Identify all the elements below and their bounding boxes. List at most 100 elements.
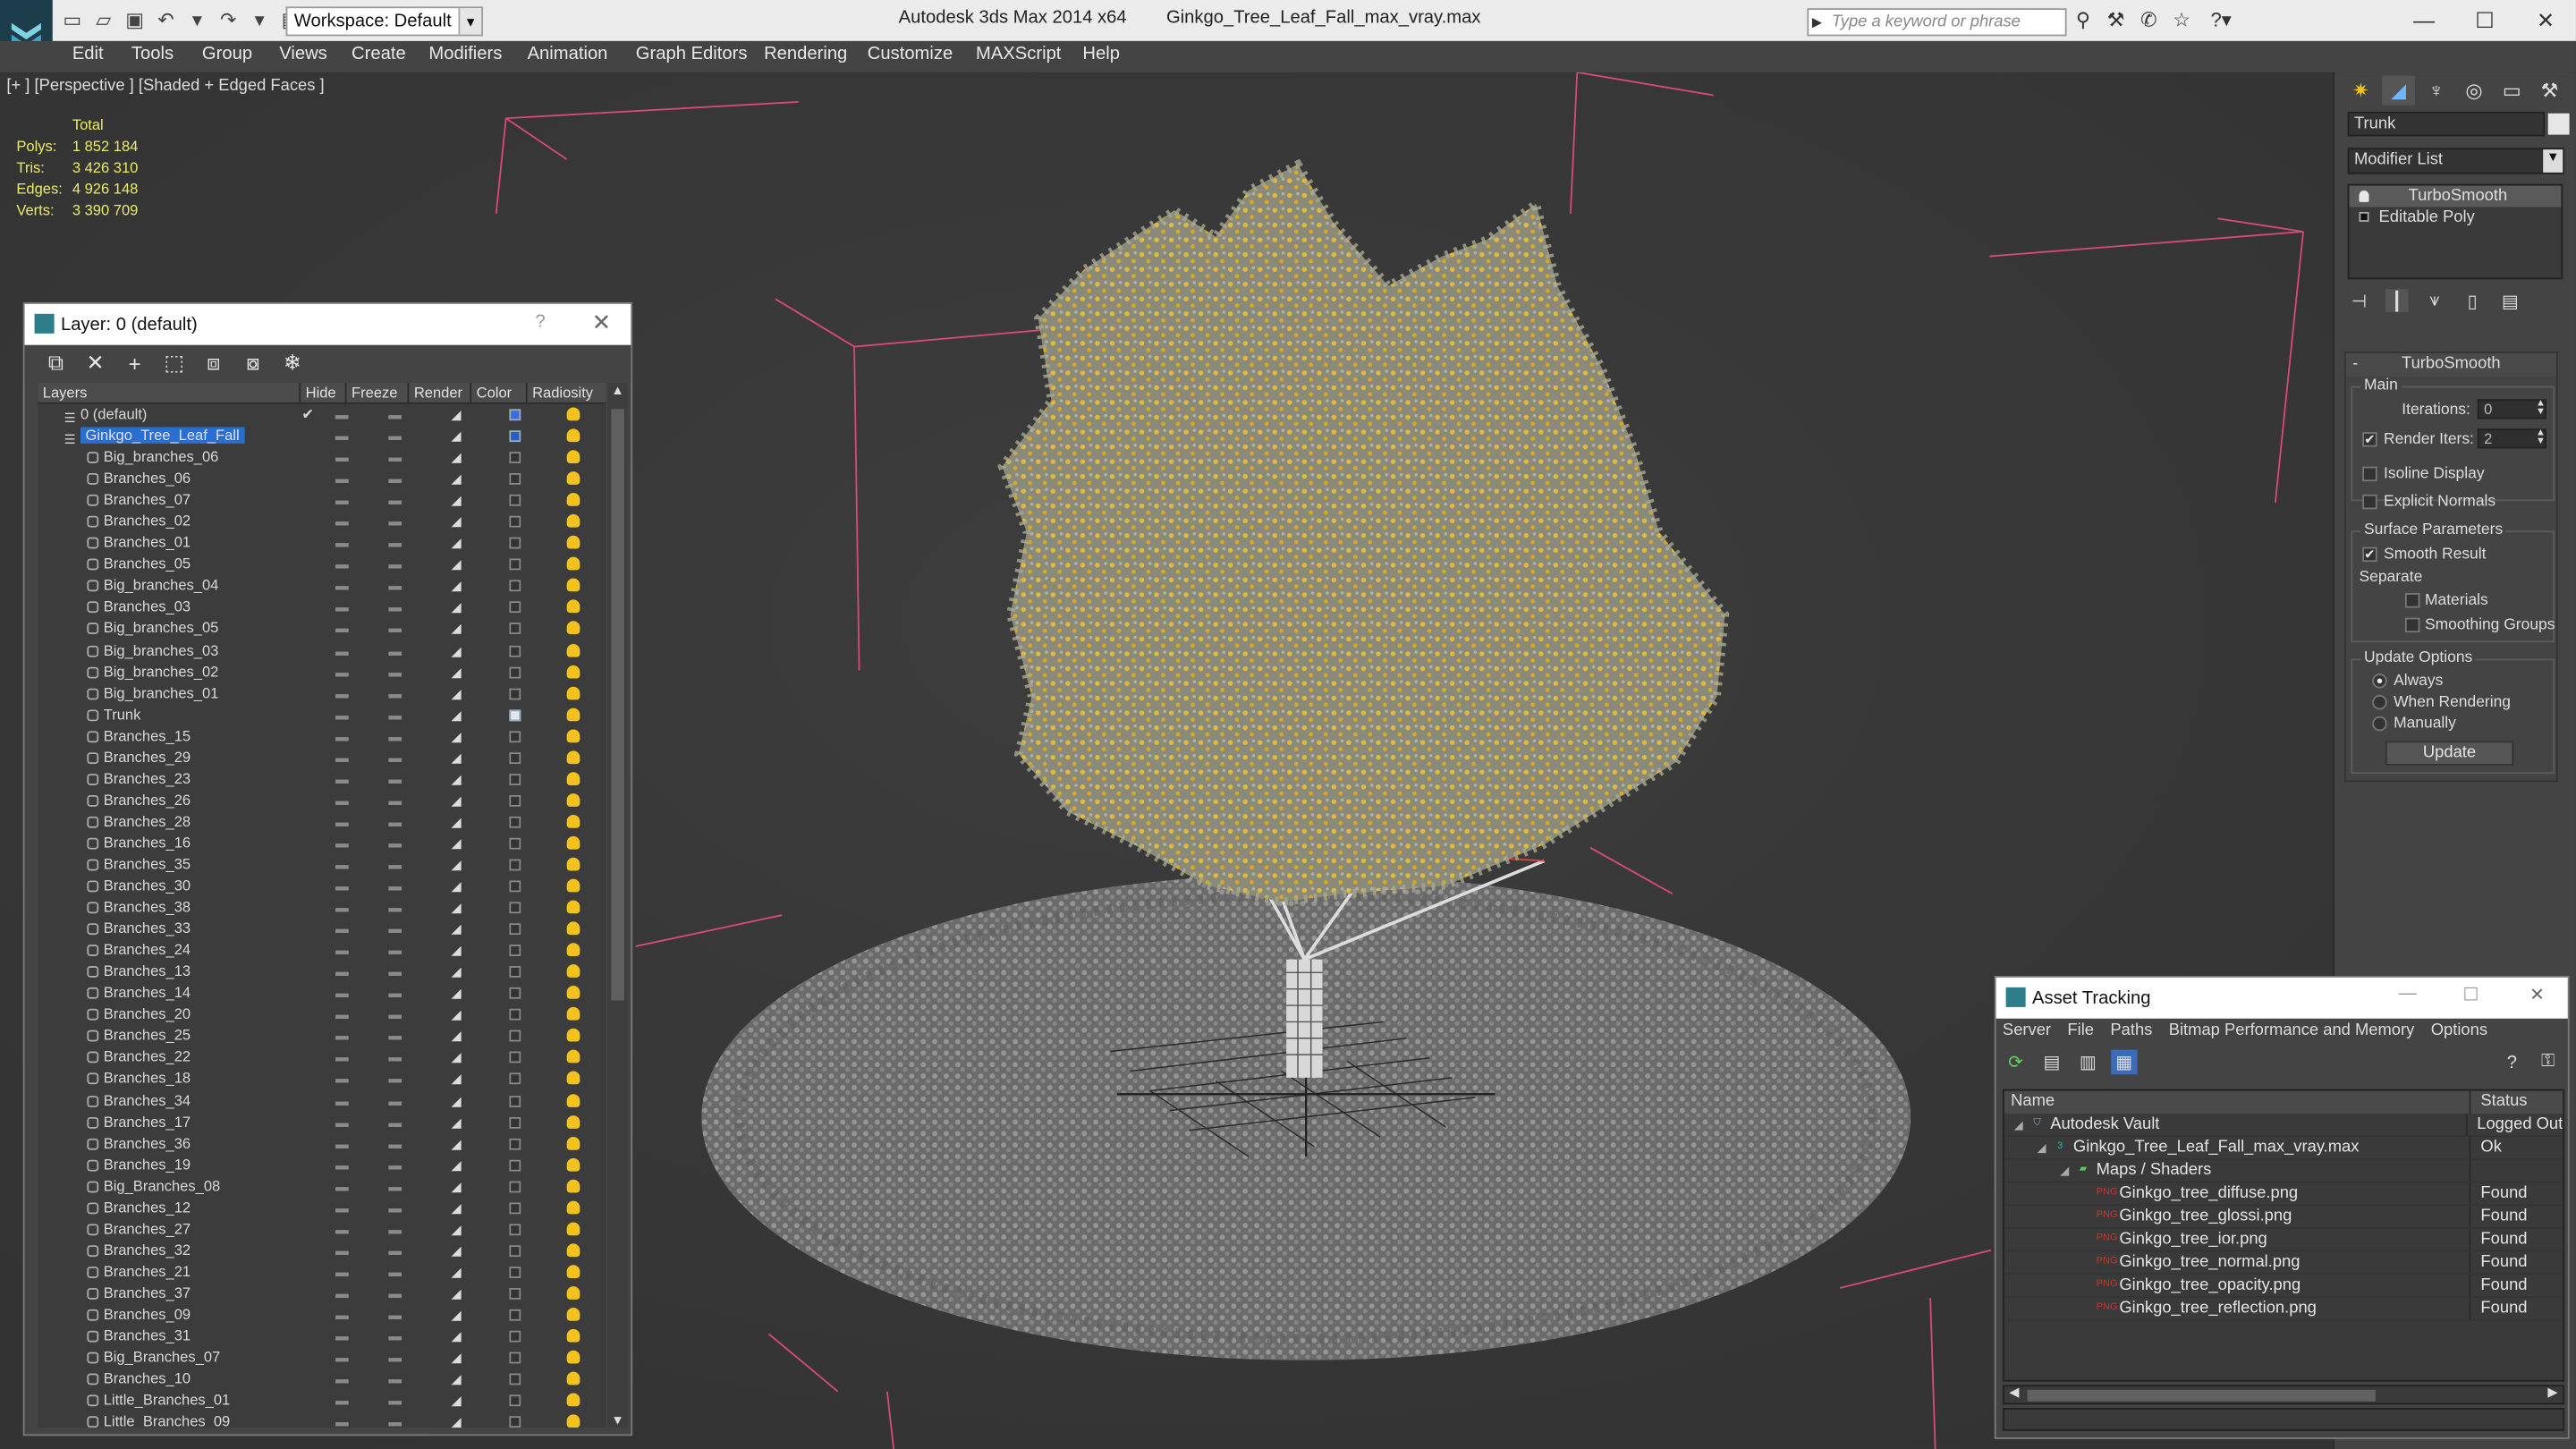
object-row[interactable]: Branches_35 ▬ ▬ ◢ [38, 854, 606, 876]
hide-toggle[interactable]: ▬ [319, 1197, 364, 1218]
color-swatch[interactable] [487, 811, 541, 833]
render-toggle[interactable]: ◢ [426, 1112, 487, 1133]
scroll-down-icon[interactable]: ▼ [611, 1413, 624, 1428]
hide-all-icon[interactable]: ⧇ [238, 350, 267, 376]
color-swatch[interactable] [487, 618, 541, 640]
render-toggle[interactable]: ◢ [426, 1261, 487, 1283]
expand-icon[interactable]: ◢ [2060, 1162, 2073, 1182]
freeze-toggle[interactable]: ▬ [365, 768, 426, 790]
color-swatch[interactable] [487, 1240, 541, 1261]
object-row[interactable]: Branches_21 ▬ ▬ ◢ [38, 1261, 606, 1283]
object-row[interactable]: Branches_13 ▬ ▬ ◢ [38, 962, 606, 983]
object-color-swatch[interactable] [2547, 113, 2570, 135]
object-name-field[interactable]: Trunk [2347, 111, 2546, 137]
object-row[interactable]: Big_Branches_08 ▬ ▬ ◢ [38, 1176, 606, 1198]
color-swatch[interactable] [487, 597, 541, 618]
freeze-toggle[interactable]: ▬ [365, 854, 426, 876]
col-freeze[interactable]: Freeze [347, 382, 410, 402]
object-row[interactable]: Branches_14 ▬ ▬ ◢ [38, 983, 606, 1004]
add-selection-icon[interactable]: + [120, 350, 149, 376]
select-objects-icon[interactable]: ⬚ [159, 350, 189, 376]
infocenter-search-input[interactable]: ▶ Type a keyword or phrase [1807, 8, 2067, 37]
color-swatch[interactable] [487, 1261, 541, 1283]
render-toggle[interactable]: ◢ [426, 1368, 487, 1390]
radiosity-toggle[interactable] [542, 597, 606, 618]
radiosity-toggle[interactable] [542, 555, 606, 576]
render-toggle[interactable]: ◢ [426, 919, 487, 940]
motion-tab-icon[interactable]: ◎ [2458, 75, 2491, 105]
color-swatch[interactable] [487, 1047, 541, 1069]
configure-sets-icon[interactable]: ▤ [2499, 289, 2522, 312]
hide-toggle[interactable]: ▬ [319, 790, 364, 811]
isoline-display-checkbox[interactable] [2362, 466, 2377, 482]
object-row[interactable]: Branches_22 ▬ ▬ ◢ [38, 1047, 606, 1069]
radiosity-toggle[interactable] [542, 983, 606, 1004]
radiosity-toggle[interactable] [542, 576, 606, 597]
asset-row[interactable]: PNG Ginkgo_tree_ior.png Found [2004, 1228, 2563, 1252]
radiosity-toggle[interactable] [542, 1176, 606, 1198]
maximize-icon[interactable]: ☐ [2462, 984, 2479, 1005]
radiosity-toggle[interactable] [542, 725, 606, 747]
color-swatch[interactable] [487, 682, 541, 704]
hide-toggle[interactable]: ▬ [319, 1411, 364, 1428]
freeze-toggle[interactable]: ▬ [365, 1261, 426, 1283]
render-toggle[interactable]: ◢ [426, 725, 487, 747]
object-row[interactable]: Branches_25 ▬ ▬ ◢ [38, 1026, 606, 1047]
object-row[interactable]: Branches_01 ▬ ▬ ◢ [38, 533, 606, 555]
update-always-radio[interactable] [2372, 674, 2387, 689]
object-row[interactable]: Branches_38 ▬ ▬ ◢ [38, 897, 606, 919]
hide-toggle[interactable]: ▬ [319, 1326, 364, 1347]
hide-toggle[interactable]: ▬ [319, 940, 364, 962]
object-row[interactable]: Branches_17 ▬ ▬ ◢ [38, 1112, 606, 1133]
render-iters-spinner[interactable]: 2 ▲ ▼ [2477, 428, 2546, 449]
freeze-toggle[interactable]: ▬ [365, 940, 426, 962]
create-layer-icon[interactable]: ⧉ [41, 350, 71, 376]
modify-tab-icon[interactable]: ◢ [2382, 75, 2415, 106]
radiosity-toggle[interactable] [542, 1261, 606, 1283]
menu-help[interactable]: Help [1082, 45, 1120, 64]
hide-toggle[interactable]: ▬ [319, 640, 364, 661]
radiosity-toggle[interactable] [542, 661, 606, 682]
col-radiosity[interactable]: Radiosity [528, 383, 606, 402]
hide-toggle[interactable]: ▬ [319, 1261, 364, 1283]
object-row[interactable]: Branches_37 ▬ ▬ ◢ [38, 1283, 606, 1304]
radiosity-toggle[interactable] [542, 747, 606, 768]
hide-toggle[interactable]: ▬ [319, 1218, 364, 1240]
freeze-toggle[interactable]: ▬ [365, 962, 426, 983]
radiosity-toggle[interactable] [542, 1112, 606, 1133]
color-swatch[interactable] [487, 1368, 541, 1390]
color-swatch[interactable] [487, 469, 541, 490]
object-row[interactable]: Branches_15 ▬ ▬ ◢ [38, 725, 606, 747]
color-swatch[interactable] [487, 1304, 541, 1326]
asset-row[interactable]: PNG Ginkgo_tree_opacity.png Found [2004, 1275, 2563, 1298]
color-swatch[interactable] [487, 1197, 541, 1218]
object-row[interactable]: Little_Branches_09 ▬ ▬ ◢ [38, 1411, 606, 1428]
asset-menu-bitmap[interactable]: Bitmap Performance and Memory [2169, 1019, 2415, 1045]
radiosity-toggle[interactable] [542, 469, 606, 490]
hide-toggle[interactable]: ▬ [319, 490, 364, 512]
explicit-normals-checkbox[interactable] [2362, 494, 2377, 510]
radiosity-toggle[interactable] [542, 1283, 606, 1304]
col-name[interactable]: Name [2004, 1090, 2471, 1114]
radiosity-toggle[interactable] [542, 1368, 606, 1390]
freeze-toggle[interactable]: ▬ [365, 1197, 426, 1218]
color-swatch[interactable] [487, 1069, 541, 1090]
radiosity-toggle[interactable] [542, 897, 606, 919]
spinner-arrows-icon[interactable]: ▲ ▼ [2535, 399, 2546, 417]
freeze-toggle[interactable]: ▬ [365, 469, 426, 490]
radiosity-toggle[interactable] [542, 876, 606, 897]
scroll-thumb[interactable] [2027, 1389, 2376, 1402]
communication-icon[interactable]: ✆ [2136, 6, 2162, 32]
layer-window-titlebar[interactable]: Layer: 0 (default) ? ✕ [24, 303, 631, 345]
color-swatch[interactable] [487, 1026, 541, 1047]
render-toggle[interactable]: ◢ [426, 1390, 487, 1411]
menu-edit[interactable]: Edit [72, 45, 104, 64]
asset-row[interactable]: PNG Ginkgo_tree_reflection.png Found [2004, 1297, 2563, 1321]
col-render[interactable]: Render [409, 382, 472, 402]
freeze-toggle[interactable]: ▬ [365, 1112, 426, 1133]
freeze-toggle[interactable]: ▬ [365, 447, 426, 469]
scroll-thumb[interactable] [611, 409, 624, 1001]
freeze-toggle[interactable]: ▬ [365, 1176, 426, 1198]
undo-dropdown-icon[interactable]: ▾ [184, 6, 210, 32]
color-swatch[interactable] [487, 661, 541, 682]
